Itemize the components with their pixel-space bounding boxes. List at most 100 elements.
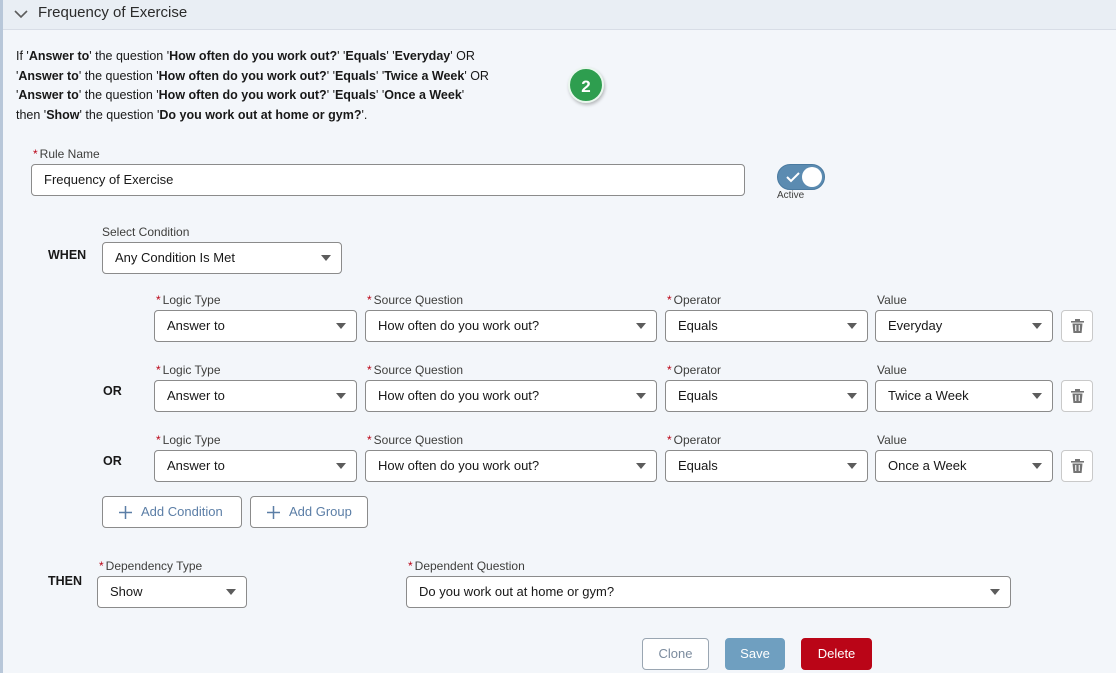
- chevron-down-icon: [636, 463, 646, 469]
- operator-label-text: Operator: [673, 363, 722, 377]
- logic-type-label: * Logic Type: [156, 433, 221, 447]
- check-icon: [786, 172, 800, 183]
- step-badge: 2: [568, 67, 604, 103]
- logic-type-label: * Logic Type: [156, 363, 221, 377]
- operator-value: Equals: [678, 318, 718, 333]
- summary-text: ' ': [375, 88, 385, 103]
- summary-term: Twice a Week: [384, 68, 465, 83]
- logic-type-label-text: Logic Type: [162, 293, 221, 307]
- trash-icon: [1071, 459, 1084, 473]
- operator-label: * Operator: [667, 293, 721, 307]
- summary-term: How often do you work out?: [158, 68, 327, 83]
- logic-type-label: * Logic Type: [156, 293, 221, 307]
- section-header[interactable]: Frequency of Exercise: [3, 0, 1116, 30]
- summary-term: Answer to: [28, 49, 90, 63]
- summary-text: ': [461, 88, 465, 103]
- operator-dropdown[interactable]: Equals: [665, 450, 868, 482]
- delete-condition-button[interactable]: [1061, 380, 1093, 412]
- summary-term: Everyday: [394, 49, 451, 63]
- operator-value: Equals: [678, 388, 718, 403]
- chevron-down-icon: [1032, 463, 1042, 469]
- section-title: Frequency of Exercise: [38, 4, 188, 21]
- summary-text: ' the question ': [78, 68, 159, 83]
- value-label: Value: [877, 433, 907, 447]
- summary-text: '.: [361, 108, 368, 123]
- toggle-knob: [802, 167, 822, 187]
- operator-dropdown[interactable]: Equals: [665, 310, 868, 342]
- left-border: [0, 0, 3, 673]
- summary-term: Once a Week: [384, 88, 462, 103]
- source-question-label-text: Source Question: [373, 363, 464, 377]
- summary-term: Answer to: [18, 68, 79, 83]
- source-question-dropdown[interactable]: How often do you work out?: [365, 380, 657, 412]
- rule-summary: If 'Answer to' the question 'How often d…: [16, 47, 576, 126]
- chevron-down-icon: [636, 393, 646, 399]
- chevron-down-icon: [990, 589, 1000, 595]
- summary-term: Show: [46, 108, 80, 123]
- value-dropdown[interactable]: Everyday: [875, 310, 1053, 342]
- source-question-dropdown[interactable]: How often do you work out?: [365, 310, 657, 342]
- required-marker: *: [367, 433, 372, 447]
- delete-condition-button[interactable]: [1061, 310, 1093, 342]
- source-question-dropdown[interactable]: How often do you work out?: [365, 450, 657, 482]
- summary-text: ' the question ': [89, 49, 170, 63]
- dependency-type-label: * Dependency Type: [99, 559, 203, 573]
- save-button[interactable]: Save: [725, 638, 785, 670]
- logic-type-value: Answer to: [167, 458, 225, 473]
- dependency-type-dropdown[interactable]: Show: [97, 576, 247, 608]
- delete-condition-button[interactable]: [1061, 450, 1093, 482]
- value-dropdown[interactable]: Once a Week: [875, 450, 1053, 482]
- select-condition-dropdown[interactable]: Any Condition Is Met: [102, 242, 342, 274]
- source-question-label: * Source Question: [367, 363, 463, 377]
- dependent-question-value: Do you work out at home or gym?: [419, 584, 615, 599]
- operator-dropdown[interactable]: Equals: [665, 380, 868, 412]
- operator-label-text: Operator: [673, 293, 722, 307]
- chevron-down-icon: [336, 393, 346, 399]
- chevron-down-icon: [336, 323, 346, 329]
- required-marker: *: [667, 293, 672, 307]
- summary-term: Equals: [334, 88, 376, 103]
- rule-name-input[interactable]: Frequency of Exercise: [31, 164, 745, 196]
- logic-type-dropdown[interactable]: Answer to: [154, 380, 357, 412]
- logic-type-label-text: Logic Type: [162, 433, 221, 447]
- chevron-down-icon: [1032, 323, 1042, 329]
- chevron-down-icon[interactable]: [12, 5, 30, 23]
- operator-label: * Operator: [667, 433, 721, 447]
- trash-icon: [1071, 389, 1084, 403]
- logic-type-dropdown[interactable]: Answer to: [154, 310, 357, 342]
- then-keyword: THEN: [48, 574, 83, 588]
- summary-term: How often do you work out?: [169, 49, 338, 63]
- dependent-question-dropdown[interactable]: Do you work out at home or gym?: [406, 576, 1011, 608]
- summary-line: If 'Answer to' the question 'How often d…: [16, 47, 576, 67]
- add-condition-label: Add Condition: [141, 504, 223, 519]
- logic-type-dropdown[interactable]: Answer to: [154, 450, 357, 482]
- or-connector: OR: [103, 454, 122, 468]
- source-question-label: * Source Question: [367, 293, 463, 307]
- delete-button[interactable]: Delete: [801, 638, 872, 670]
- summary-line: then 'Show' the question 'Do you work ou…: [16, 106, 576, 126]
- source-question-value: How often do you work out?: [378, 318, 540, 333]
- active-label: Active: [777, 190, 805, 201]
- chevron-down-icon: [226, 589, 236, 595]
- add-group-button[interactable]: Add Group: [250, 496, 368, 528]
- select-condition-label: Select Condition: [102, 225, 190, 239]
- summary-term: Do you work out at home or gym?: [159, 108, 362, 123]
- source-question-label-text: Source Question: [373, 433, 464, 447]
- active-toggle[interactable]: [777, 164, 825, 190]
- add-condition-button[interactable]: Add Condition: [102, 496, 242, 528]
- value-dropdown[interactable]: Twice a Week: [875, 380, 1053, 412]
- value-label-text: Value: [877, 363, 907, 377]
- chevron-down-icon: [847, 393, 857, 399]
- when-keyword: WHEN: [48, 248, 87, 262]
- value-label: Value: [877, 363, 907, 377]
- required-marker: *: [367, 293, 372, 307]
- summary-text: ' ': [326, 88, 335, 103]
- select-condition-value: Any Condition Is Met: [115, 250, 235, 265]
- chevron-down-icon: [336, 463, 346, 469]
- logic-type-value: Answer to: [167, 318, 225, 333]
- summary-term: Equals: [345, 49, 387, 63]
- summary-line: 'Answer to' the question 'How often do y…: [16, 67, 576, 87]
- chevron-down-icon: [321, 255, 331, 261]
- source-question-label: * Source Question: [367, 433, 463, 447]
- clone-button[interactable]: Clone: [642, 638, 709, 670]
